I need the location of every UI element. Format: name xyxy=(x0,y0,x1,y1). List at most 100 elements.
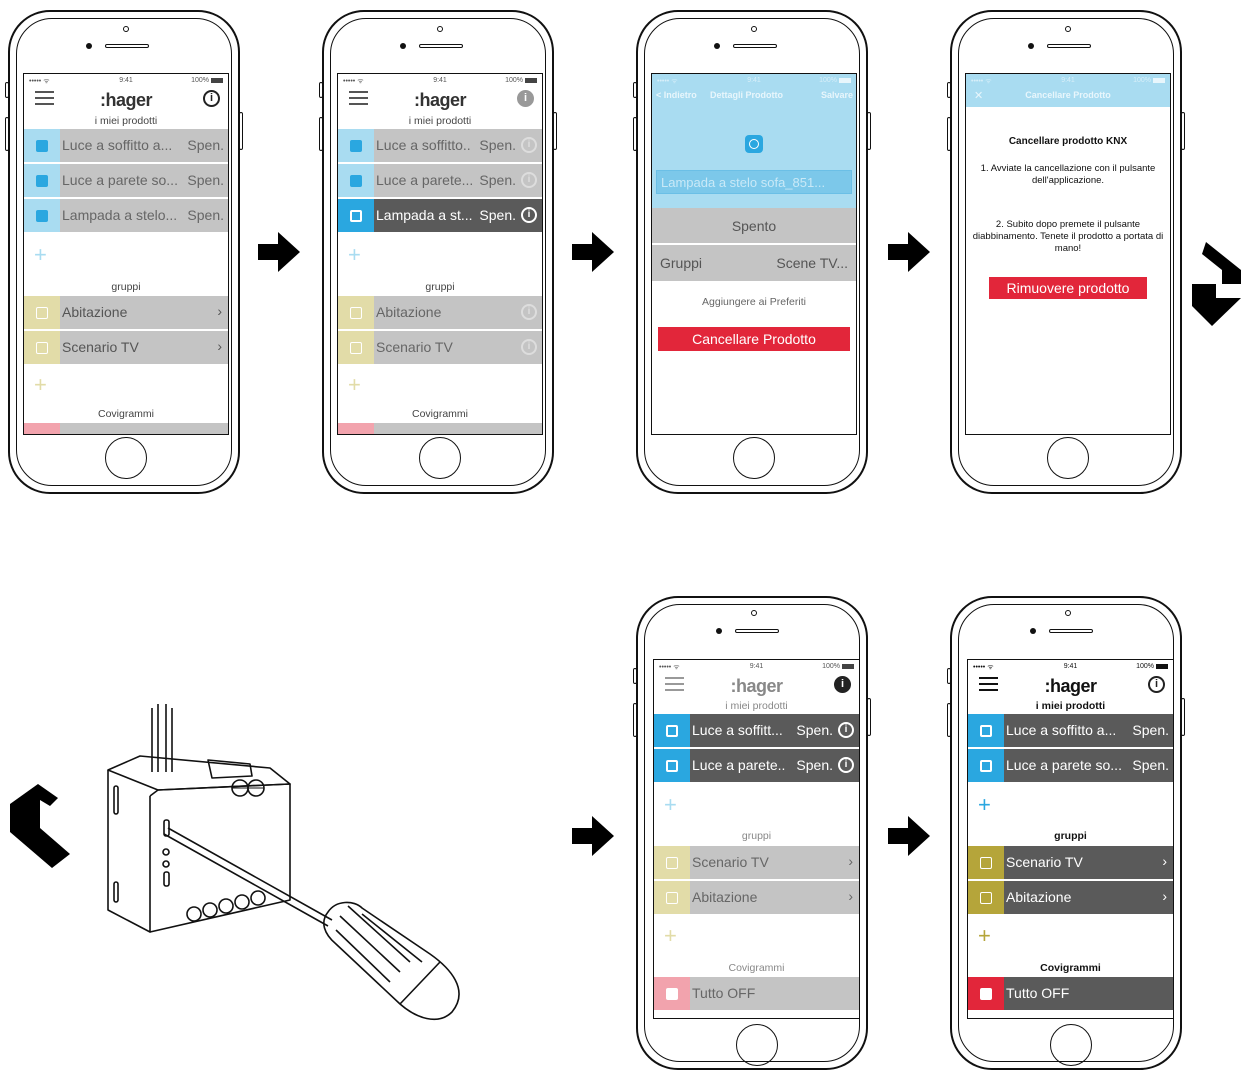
group-icon xyxy=(350,307,362,319)
home-button[interactable] xyxy=(1047,437,1089,479)
info-icon[interactable]: i xyxy=(521,137,537,153)
screen: ••••• ᯤ 9:41 100% :hager i i miei prodot… xyxy=(23,73,229,435)
add-product-icon[interactable]: + xyxy=(978,794,991,816)
group-row[interactable]: Scenario TV › xyxy=(968,846,1173,880)
group-name: Scenario TV xyxy=(692,854,769,870)
phone-3: ••••• ᯤ 9:41 100% < Indietro Dettagli Pr… xyxy=(633,10,871,494)
battery-text: 100% xyxy=(822,663,840,670)
group-icon xyxy=(36,342,48,354)
scene-row[interactable]: Tutto OFF xyxy=(968,977,1173,1011)
product-row[interactable]: Luce a parete... Spen. i xyxy=(338,164,542,198)
group-row[interactable]: Scenario TV i xyxy=(338,331,542,365)
home-button[interactable] xyxy=(419,437,461,479)
group-name: Scenario TV xyxy=(62,339,139,355)
product-name-field[interactable]: Lampada a stelo sofa_851... xyxy=(656,170,852,194)
product-row[interactable]: Luce a soffitto a... Spen. xyxy=(24,129,228,163)
scene-row[interactable] xyxy=(338,423,542,434)
section-label-products: i miei prodotti xyxy=(94,115,158,127)
add-product-icon[interactable]: + xyxy=(348,244,361,266)
info-icon[interactable]: i xyxy=(838,722,854,738)
product-row[interactable]: Luce a soffitto a... Spen. xyxy=(968,714,1173,748)
group-name: Scenario TV xyxy=(1006,854,1083,870)
section-label-products: i miei prodotti xyxy=(725,700,788,712)
scene-row[interactable]: Tutto OFF xyxy=(654,977,859,1011)
remove-product-button[interactable]: Rimuovere prodotto xyxy=(989,277,1147,299)
section-label-products: i miei prodotti xyxy=(1035,700,1106,712)
hager-logo: :hager xyxy=(1044,676,1097,696)
info-icon[interactable]: i xyxy=(517,90,534,107)
group-icon xyxy=(666,857,678,869)
home-button[interactable] xyxy=(105,437,147,479)
delete-product-button[interactable]: Cancellare Prodotto xyxy=(658,327,850,351)
knx-actuator-with-screwdriver-illustration xyxy=(107,704,460,1021)
product-row[interactable]: Luce a parete so... Spen. xyxy=(968,749,1173,783)
phone-1: ••••• ᯤ 9:41 100% :hager i i miei prodot… xyxy=(5,10,243,494)
info-icon[interactable]: i xyxy=(834,676,851,693)
section-label-scenes: Covigrammi xyxy=(1040,962,1101,974)
add-group-icon[interactable]: + xyxy=(978,925,991,947)
product-row[interactable]: Lampada a stelo... Spen. xyxy=(24,199,228,233)
groups-row[interactable]: Gruppi Scene TV... xyxy=(652,245,856,281)
state-row[interactable]: Spento xyxy=(652,208,856,244)
product-name: Luce a parete so... xyxy=(62,172,178,188)
chevron-right-icon: › xyxy=(848,853,853,869)
save-button[interactable]: Salvare xyxy=(821,90,853,100)
product-row-selected[interactable]: Lampada a st... Spen. i xyxy=(338,199,542,233)
light-icon xyxy=(980,760,992,772)
light-icon xyxy=(980,725,992,737)
section-label-products: i miei prodotti xyxy=(408,115,472,127)
group-row[interactable]: Abitazione › xyxy=(24,296,228,330)
home-button[interactable] xyxy=(733,437,775,479)
chevron-right-icon: › xyxy=(217,338,222,354)
product-row[interactable]: Luce a soffitto.. Spen. i xyxy=(338,129,542,163)
hager-logo: :hager xyxy=(413,90,467,110)
info-icon[interactable]: i xyxy=(838,757,854,773)
product-state: Spen. xyxy=(1132,722,1169,738)
battery-icon xyxy=(1153,77,1165,83)
add-group-icon[interactable]: + xyxy=(348,374,361,396)
add-product-icon[interactable]: + xyxy=(34,244,47,266)
group-row[interactable]: Abitazione › xyxy=(968,881,1173,915)
scene-icon xyxy=(980,988,992,1000)
product-state: Spen. xyxy=(796,757,833,773)
product-row[interactable]: Luce a parete.. Spen. i xyxy=(654,749,859,783)
group-row[interactable]: Scenario TV › xyxy=(24,331,228,365)
info-icon[interactable]: i xyxy=(203,90,220,107)
add-group-icon[interactable]: + xyxy=(34,374,47,396)
group-row[interactable]: Scenario TV › xyxy=(654,846,859,880)
add-product-icon[interactable]: + xyxy=(664,794,677,816)
scene-name: Tutto OFF xyxy=(692,985,756,1001)
group-row[interactable]: Abitazione › xyxy=(654,881,859,915)
product-name: Luce a soffitto.. xyxy=(376,137,471,153)
add-to-favorites-link[interactable]: Aggiungere ai Preferiti xyxy=(652,296,856,308)
group-row[interactable]: Abitazione i xyxy=(338,296,542,330)
section-label-groups: gruppi xyxy=(111,281,141,293)
info-icon[interactable]: i xyxy=(1148,676,1165,693)
info-icon[interactable]: i xyxy=(521,339,537,355)
product-name: Lampada a st... xyxy=(376,207,473,223)
light-icon xyxy=(666,760,678,772)
product-name: Luce a soffitto a... xyxy=(62,137,173,153)
screen: ••••• ᯤ 9:41 100% :hager i i miei prodot… xyxy=(653,659,860,1019)
battery-icon xyxy=(1156,663,1168,669)
info-icon[interactable]: i xyxy=(521,172,537,188)
scene-row[interactable] xyxy=(24,423,228,434)
product-name: Lampada a stelo... xyxy=(62,207,178,223)
home-button[interactable] xyxy=(1050,1024,1092,1066)
info-icon[interactable]: i xyxy=(521,304,537,320)
product-state: Spen. xyxy=(479,207,516,223)
product-row[interactable]: Luce a parete so... Spen. xyxy=(24,164,228,198)
back-button[interactable]: < Indietro xyxy=(656,90,697,100)
product-state: Spen. xyxy=(796,722,833,738)
info-icon[interactable]: i xyxy=(521,207,537,223)
light-icon xyxy=(350,175,362,187)
product-state: Spen. xyxy=(187,137,224,153)
phone-4: ••••• ᯤ 9:41 100% ✕ Cancellare Prodotto … xyxy=(947,10,1185,494)
add-group-icon[interactable]: + xyxy=(664,925,677,947)
product-row[interactable]: Luce a soffitt... Spen. i xyxy=(654,714,859,748)
phone-6: ••••• ᯤ 9:41 100% :hager i i miei prodot… xyxy=(947,596,1185,1070)
home-button[interactable] xyxy=(736,1024,778,1066)
arrow-right-icon xyxy=(888,816,930,856)
product-state: Spen. xyxy=(479,137,516,153)
group-icon xyxy=(980,857,992,869)
